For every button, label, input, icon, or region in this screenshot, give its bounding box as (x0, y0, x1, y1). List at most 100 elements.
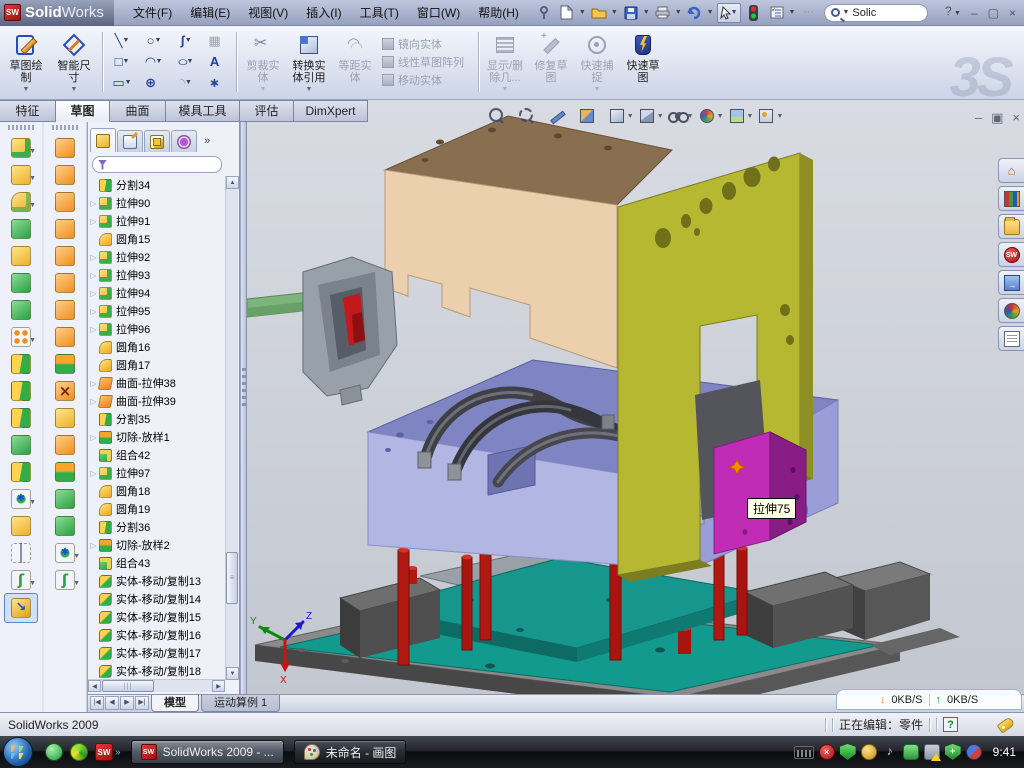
extend-surface-button[interactable]: ▼ (50, 350, 80, 377)
curves-button[interactable]: ʃ ▼ (6, 566, 36, 593)
select-tool-button[interactable]: ▼ (717, 3, 741, 23)
tree-item[interactable]: ▷ 拉伸97 (88, 464, 225, 482)
tray-messenger[interactable] (903, 744, 919, 760)
expand-arrow-icon[interactable]: ▷ (88, 325, 99, 334)
part-extrude75-block[interactable] (714, 432, 806, 554)
surface-curves-button[interactable]: ʃ ▼ (50, 566, 80, 593)
dimxpertmanager-tab[interactable] (171, 130, 197, 152)
slot-tool[interactable]: ▭ ▼ (106, 72, 138, 93)
save-button[interactable] (621, 4, 641, 22)
options-button[interactable] (767, 4, 787, 22)
quick-snaps-button[interactable]: 快速捕 捉 ▼ (574, 29, 620, 95)
rectangle-tool[interactable]: □ ▼ (106, 51, 138, 72)
tree-item[interactable]: ▷ 圆角16 (88, 338, 225, 356)
more-tabs-chevron-icon[interactable]: » (204, 130, 210, 152)
network-speed-widget[interactable]: ↓ 0KB/S ↑ 0KB/S (836, 689, 1022, 710)
search-scope-caret-icon[interactable]: ▼ (842, 9, 849, 16)
expand-arrow-icon[interactable]: ▷ (88, 307, 99, 316)
expand-arrow-icon[interactable]: ▷ (88, 217, 99, 226)
menu-view[interactable]: 视图(V) (239, 0, 297, 26)
display-delete-relations-button[interactable]: 显示/删 除几... ▼ (482, 29, 528, 95)
surface-reference-point-button[interactable]: ✱ ▼ (50, 539, 80, 566)
scroll-right-icon[interactable]: ▶ (212, 680, 225, 692)
minimize-button[interactable]: – (971, 7, 978, 19)
solidworks-search-tab[interactable]: SW (998, 242, 1024, 267)
extruded-cut-button[interactable]: ▼ (6, 161, 36, 188)
quick-launch-chevron-icon[interactable]: » (115, 747, 121, 758)
zoom-area-button[interactable]: ▼ (517, 106, 544, 126)
panel-splitter[interactable] (240, 100, 247, 694)
tray-sync[interactable] (966, 744, 982, 760)
print-button[interactable] (653, 4, 673, 22)
search-input[interactable] (852, 7, 912, 19)
tree-item[interactable]: ▷ 组合43 (88, 554, 225, 572)
thicken-button[interactable]: ▼ (50, 512, 80, 539)
tree-item[interactable]: ▷ 圆角17 (88, 356, 225, 374)
tab-features[interactable]: 特征 (0, 100, 56, 122)
trim-surface-button[interactable]: ▼ (50, 458, 80, 485)
quicklaunch-messenger[interactable] (45, 743, 63, 761)
open-document-button[interactable] (589, 4, 609, 22)
tree-item[interactable]: ▷ 拉伸95 (88, 302, 225, 320)
custom-properties-tab[interactable] (998, 326, 1024, 351)
tree-item[interactable]: ▷ 曲面-拉伸38 (88, 374, 225, 392)
menu-insert[interactable]: 插入(I) (297, 0, 350, 26)
line-tool[interactable]: ╲ ▼ (106, 30, 138, 51)
undo-button[interactable] (685, 4, 705, 22)
close-button[interactable]: × (1009, 7, 1016, 19)
tab-sketch[interactable]: 草图 (56, 100, 110, 122)
taskbar-window-paint[interactable]: 未命名 - 画图 (294, 740, 407, 764)
arc-tool[interactable]: ◠ ▼ (138, 51, 170, 72)
expand-arrow-icon[interactable]: ▷ (88, 469, 99, 478)
sketch-fillet-tool[interactable]: ◝ ▼ (170, 72, 202, 93)
configurationmanager-tab[interactable] (144, 130, 170, 152)
tree-item[interactable]: ▷ 分割35 (88, 410, 225, 428)
tree-item[interactable]: ▷ 拉伸94 (88, 284, 225, 302)
revolved-surface-button[interactable]: ▼ (50, 161, 80, 188)
extruded-boss-button[interactable]: ▼ (6, 134, 36, 161)
rebuild-button[interactable] (744, 4, 764, 22)
filter-input[interactable] (111, 159, 243, 170)
tray-volume[interactable]: ♪ (882, 744, 898, 760)
expand-arrow-icon[interactable]: ▷ (88, 199, 99, 208)
swept-surface-button[interactable]: ▼ (50, 134, 80, 161)
sketch-button[interactable]: 草图绘 制 ▼ (2, 29, 50, 95)
view-orientation-button[interactable]: ▼ (607, 106, 634, 126)
axis-button[interactable]: ▼ (6, 539, 36, 566)
pattern-box-tool[interactable]: ▦ ▼ (202, 30, 234, 51)
move-entities-button[interactable]: 移动实体 (382, 72, 464, 88)
zoom-fit-button[interactable]: ▼ (487, 106, 514, 126)
tree-filter-box[interactable] (92, 156, 222, 173)
toolbar-grip[interactable] (52, 125, 78, 130)
display-style-button[interactable]: ▼ (637, 106, 664, 126)
scroll-left-icon[interactable]: ◀ (88, 680, 101, 692)
draft-button[interactable]: ▼ (6, 350, 36, 377)
tree-item[interactable]: ▷ 实体-移动/复制13 (88, 572, 225, 590)
overflow-icon[interactable]: ⋯ (798, 4, 818, 22)
expand-arrow-icon[interactable]: ▷ (88, 379, 99, 388)
expand-arrow-icon[interactable]: ▷ (88, 433, 99, 442)
new-document-button[interactable] (557, 4, 577, 22)
tree-item[interactable]: ▷ 实体-移动/复制14 (88, 590, 225, 608)
tree-vertical-scrollbar[interactable]: ▲ ▼ (225, 176, 238, 680)
doc-restore-button[interactable]: ▣ (991, 110, 1003, 126)
doc-close-button[interactable]: × (1012, 110, 1020, 126)
tree-horizontal-scrollbar[interactable]: ◀ ▶ (88, 679, 225, 692)
instant3d-button[interactable]: ↘ (4, 593, 38, 623)
linear-pattern-button[interactable]: ▼ (6, 323, 36, 350)
plane-button[interactable]: ▼ (6, 512, 36, 539)
delete-face-button[interactable]: × ▼ (50, 377, 80, 404)
quicklaunch-app[interactable] (70, 743, 88, 761)
help-button[interactable]: ? ▼ (945, 5, 961, 20)
trim-entities-button[interactable]: 剪裁实 体 ▼ (240, 29, 286, 95)
3d-model[interactable]: Y Z X (247, 100, 1024, 694)
view-palette-tab[interactable] (998, 270, 1024, 295)
tab-evaluate[interactable]: 评估 (240, 100, 294, 122)
toolbar-grip[interactable] (8, 125, 34, 130)
tree-item[interactable]: ▷ 切除-放样2 (88, 536, 225, 554)
radiate-surface-button[interactable]: ▼ (50, 296, 80, 323)
tree-item[interactable]: ▷ 拉伸93 (88, 266, 225, 284)
tree-item[interactable]: ▷ 拉伸92 (88, 248, 225, 266)
point-tool[interactable]: ∗ ▼ (202, 72, 234, 93)
planar-surface-button[interactable]: ▼ (50, 323, 80, 350)
